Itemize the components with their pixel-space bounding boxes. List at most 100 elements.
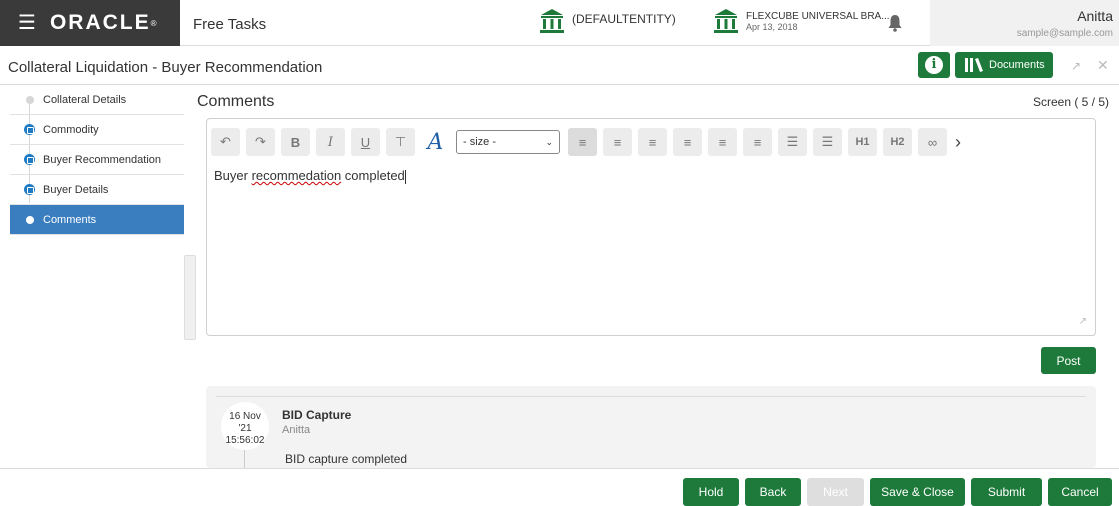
registered-mark: ® [150, 18, 157, 28]
link-button[interactable]: ∞ [918, 128, 947, 156]
italic-button[interactable]: I [316, 128, 345, 156]
undo-button[interactable]: ↶ [211, 128, 240, 156]
resize-handle-icon[interactable]: ↗ [1079, 316, 1087, 327]
sidebar-item-label: Commodity [43, 123, 99, 136]
bold-icon: B [290, 134, 301, 150]
info-button[interactable]: i [918, 52, 950, 78]
underline-icon: U [360, 134, 371, 150]
editor-content[interactable]: Buyer recommedation completed [214, 168, 406, 184]
hold-button[interactable]: Hold [683, 478, 739, 506]
heading2-label: H2 [890, 136, 905, 148]
toolbar-more-icon[interactable]: › [955, 132, 961, 153]
heading1-button[interactable]: H1 [848, 128, 877, 156]
align-center-button[interactable]: ≡ [603, 128, 632, 156]
align-right-icon: ≡ [648, 134, 657, 150]
outdent-button[interactable]: ≡ [743, 128, 772, 156]
sidebar-splitter-handle[interactable] [184, 255, 196, 340]
indent-button[interactable]: ≡ [708, 128, 737, 156]
align-left-button[interactable]: ≡ [568, 128, 597, 156]
editor-text-part: Buyer [214, 168, 252, 183]
heading2-button[interactable]: H2 [883, 128, 912, 156]
hamburger-icon[interactable]: ☰ [18, 13, 36, 33]
sidebar-item-commodity[interactable]: Commodity [10, 115, 184, 145]
submit-button[interactable]: Submit [971, 478, 1042, 506]
strikethrough-button[interactable]: ⊤ [386, 128, 415, 156]
entity-selector[interactable]: (DEFAULTENTITY) [540, 8, 676, 34]
align-justify-button[interactable]: ≡ [673, 128, 702, 156]
bank-icon [540, 9, 564, 33]
sidebar-item-buyer-details[interactable]: Buyer Details [10, 175, 184, 205]
step-sidebar: Collateral Details Commodity Buyer Recom… [10, 85, 184, 468]
sidebar-item-label: Collateral Details [43, 93, 127, 106]
comment-date-time: 15:56:02 [225, 435, 265, 446]
screen-titlebar: Collateral Liquidation - Buyer Recommend… [0, 47, 1119, 85]
sidebar-item-buyer-recommendation[interactable]: Buyer Recommendation [10, 145, 184, 175]
maximize-icon[interactable]: ↗ [1071, 59, 1081, 73]
bold-button[interactable]: B [281, 128, 310, 156]
bank-icon [714, 9, 738, 33]
comment-date-year: '21 [238, 423, 252, 434]
close-icon[interactable]: ✕ [1097, 57, 1109, 74]
align-justify-icon: ≡ [683, 134, 692, 150]
next-button[interactable]: Next [807, 478, 864, 506]
step-visited-icon [24, 124, 35, 135]
sidebar-item-collateral-details[interactable]: Collateral Details [10, 85, 184, 115]
font-color-icon: A [427, 129, 444, 155]
section-title: Comments [197, 93, 275, 110]
font-color-button[interactable]: A [421, 128, 450, 156]
editor-text-misspelled: recommedation [251, 168, 342, 183]
numbered-list-button[interactable]: ☰ [813, 128, 842, 156]
app-name[interactable]: Free Tasks [193, 16, 266, 33]
step-visited-icon [24, 154, 35, 165]
indent-icon: ≡ [718, 134, 727, 150]
documents-icon [965, 58, 983, 72]
save-close-button[interactable]: Save & Close [870, 478, 965, 506]
font-size-select[interactable]: - size - ⌄ [456, 130, 560, 154]
sidebar-item-label: Comments [43, 213, 97, 226]
timeline-connector [244, 450, 245, 468]
user-name: Anitta [1077, 8, 1113, 24]
text-caret [404, 169, 406, 184]
align-right-button[interactable]: ≡ [638, 128, 667, 156]
comment-date-day: 16 Nov [229, 411, 261, 422]
bell-icon[interactable] [887, 14, 903, 32]
branch-date: Apr 13, 2018 [746, 22, 798, 32]
step-pending-icon [26, 96, 34, 104]
step-active-icon [26, 216, 34, 224]
top-header: ☰ ORACLE ® Free Tasks (DEFAULTENTITY) FLE… [0, 0, 1119, 46]
oracle-logo: ORACLE [49, 11, 151, 34]
documents-button[interactable]: Documents [955, 52, 1053, 78]
redo-icon: ↷ [255, 134, 266, 149]
sidebar-item-label: Buyer Details [43, 183, 109, 196]
sidebar-item-comments[interactable]: Comments [10, 205, 184, 235]
branch-selector[interactable]: FLEXCUBE UNIVERSAL BRA... Apr 13, 2018 [714, 8, 890, 34]
post-button[interactable]: Post [1041, 347, 1096, 374]
link-icon: ∞ [927, 134, 938, 150]
comment-author: Anitta [282, 424, 311, 436]
comment-history: 16 Nov '21 15:56:02 BID Capture Anitta B… [206, 386, 1096, 468]
bullet-list-button[interactable]: ☰ [778, 128, 807, 156]
action-footer: Hold Back Next Save & Close Submit Cance… [0, 468, 1119, 506]
redo-button[interactable]: ↷ [246, 128, 275, 156]
comment-date-badge: 16 Nov '21 15:56:02 [221, 402, 269, 450]
strikethrough-icon: ⊤ [394, 134, 407, 149]
screen-counter: Screen ( 5 / 5) [1032, 95, 1109, 109]
numbered-list-icon: ☰ [821, 134, 834, 149]
back-button[interactable]: Back [745, 478, 801, 506]
history-divider [216, 396, 1086, 397]
bullet-list-icon: ☰ [786, 134, 799, 149]
step-visited-icon [24, 184, 35, 195]
underline-button[interactable]: U [351, 128, 380, 156]
comment-title: BID Capture [282, 408, 352, 422]
rich-text-editor[interactable]: ↶ ↷ B I U ⊤ A - size - ⌄ ≡ ≡ ≡ ≡ ≡ ≡ ☰ ☰… [206, 118, 1096, 336]
user-menu[interactable]: Anitta sample@sample.com [930, 0, 1119, 46]
font-size-value: - size - [463, 136, 496, 148]
italic-icon: I [327, 134, 334, 150]
page-title: Collateral Liquidation - Buyer Recommend… [8, 59, 323, 76]
heading1-label: H1 [855, 136, 870, 148]
user-email: sample@sample.com [1016, 28, 1113, 39]
editor-text-part: completed [341, 168, 405, 183]
chevron-down-icon: ⌄ [545, 136, 553, 147]
cancel-button[interactable]: Cancel [1048, 478, 1112, 506]
info-icon: i [925, 56, 943, 74]
